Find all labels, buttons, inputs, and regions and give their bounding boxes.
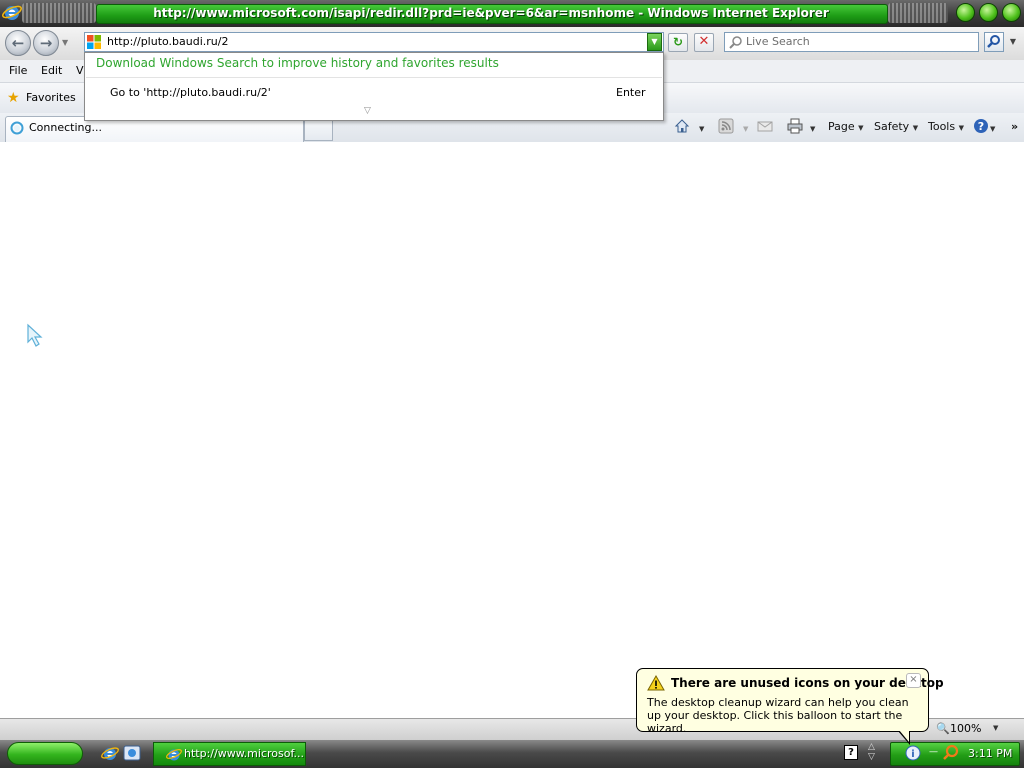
title-grip-right — [888, 3, 948, 23]
live-search-icon — [729, 36, 742, 49]
balloon-close-button[interactable]: × — [906, 673, 921, 688]
page-content[interactable] — [0, 142, 1024, 718]
taskbar-ie-icon — [166, 749, 182, 761]
window-title: http://www.microsoft.com/isapi/redir.dll… — [153, 6, 829, 20]
menu-file[interactable]: File — [9, 63, 27, 79]
enter-shortcut-hint: Enter — [616, 86, 646, 99]
minimize-button[interactable] — [956, 3, 975, 22]
loading-spinner-icon — [10, 121, 24, 135]
page-menu-label: Page — [828, 120, 855, 133]
zoom-icon[interactable]: 🔍 — [936, 722, 950, 736]
home-dropdown[interactable]: ▼ — [699, 121, 704, 137]
search-options-dropdown[interactable]: ▼ — [1006, 32, 1020, 52]
mouse-cursor-icon — [27, 323, 43, 347]
search-placeholder: Live Search — [746, 35, 810, 48]
tray-network-icon[interactable]: — — [929, 747, 938, 757]
title-grip-left — [22, 3, 96, 23]
forward-arrow-icon: → — [39, 34, 53, 52]
taskbar-ie-label: http://www.microsof... — [184, 747, 305, 760]
ie-icon[interactable] — [2, 2, 22, 22]
help-icon[interactable]: ? — [844, 745, 858, 760]
magnifier-icon — [987, 35, 1000, 48]
svg-text:?: ? — [978, 120, 984, 133]
favorites-button[interactable]: Favorites — [26, 90, 76, 106]
search-button[interactable] — [984, 32, 1004, 52]
expand-dropdown-icon[interactable]: ▽ — [364, 106, 371, 116]
forward-button[interactable]: → — [33, 30, 59, 56]
menu-edit[interactable]: Edit — [41, 63, 62, 79]
maximize-button[interactable] — [979, 3, 998, 22]
safety-menu-button[interactable]: Safety ▼ — [874, 119, 918, 135]
refresh-icon: ↻ — [672, 35, 684, 49]
address-dropdown-button[interactable]: ▼ — [647, 33, 662, 51]
feeds-icon[interactable] — [718, 118, 734, 134]
tools-menu-arrow-icon: ▼ — [958, 124, 964, 132]
warning-icon — [647, 675, 665, 691]
address-input[interactable]: http://pluto.baudi.ru/2 — [107, 33, 228, 51]
zoom-level[interactable]: 100% — [950, 722, 981, 736]
tray-info-icon[interactable]: i — [905, 745, 921, 761]
download-windows-search-link[interactable]: Download Windows Search to improve histo… — [96, 56, 499, 70]
tab-label: Connecting... — [29, 121, 102, 134]
refresh-button[interactable]: ↻ — [668, 33, 688, 52]
print-icon[interactable] — [787, 118, 803, 134]
tools-menu-label: Tools — [928, 120, 956, 133]
help-dropdown[interactable]: ▼ — [990, 121, 995, 137]
go-to-suggestion[interactable]: Go to 'http://pluto.baudi.ru/2' — [110, 86, 271, 100]
tools-menu-button[interactable]: Tools ▼ — [928, 119, 964, 135]
balloon-message: The desktop cleanup wizard can help you … — [647, 696, 909, 735]
back-button[interactable]: ← — [5, 30, 31, 56]
page-icon — [87, 35, 101, 49]
svg-text:i: i — [911, 749, 914, 760]
stop-button[interactable]: ✕ — [694, 33, 714, 52]
page-menu-arrow-icon: ▼ — [858, 124, 864, 132]
balloon-title: There are unused icons on your desktop — [671, 676, 944, 690]
close-button[interactable] — [1002, 3, 1021, 22]
favorites-star-icon[interactable]: ★ — [7, 90, 20, 106]
page-menu-button[interactable]: Page ▼ — [828, 119, 864, 135]
home-icon[interactable] — [674, 118, 690, 134]
quick-launch-ie-icon[interactable] — [101, 744, 119, 762]
safety-menu-label: Safety — [874, 120, 910, 133]
safety-menu-arrow-icon: ▼ — [912, 124, 919, 132]
start-button[interactable] — [7, 742, 83, 765]
stop-icon: ✕ — [698, 34, 710, 49]
read-mail-icon[interactable] — [757, 118, 773, 134]
help-menu-icon[interactable]: ? — [973, 118, 989, 134]
tray-search-icon[interactable] — [942, 744, 960, 762]
zoom-dropdown[interactable]: ▼ — [993, 724, 998, 732]
new-tab-button[interactable] — [304, 119, 333, 141]
dropdown-divider — [86, 77, 662, 78]
print-dropdown[interactable]: ▼ — [810, 121, 815, 137]
tray-expand-icon[interactable]: △ ▽ — [868, 742, 875, 762]
clock[interactable]: 3:11 PM — [968, 747, 1012, 761]
recent-pages-dropdown[interactable]: ▼ — [62, 38, 68, 47]
show-desktop-icon[interactable] — [123, 744, 141, 762]
command-bar-overflow[interactable]: » — [1011, 119, 1018, 135]
feeds-dropdown[interactable]: ▼ — [743, 121, 748, 137]
back-arrow-icon: ← — [11, 34, 25, 52]
